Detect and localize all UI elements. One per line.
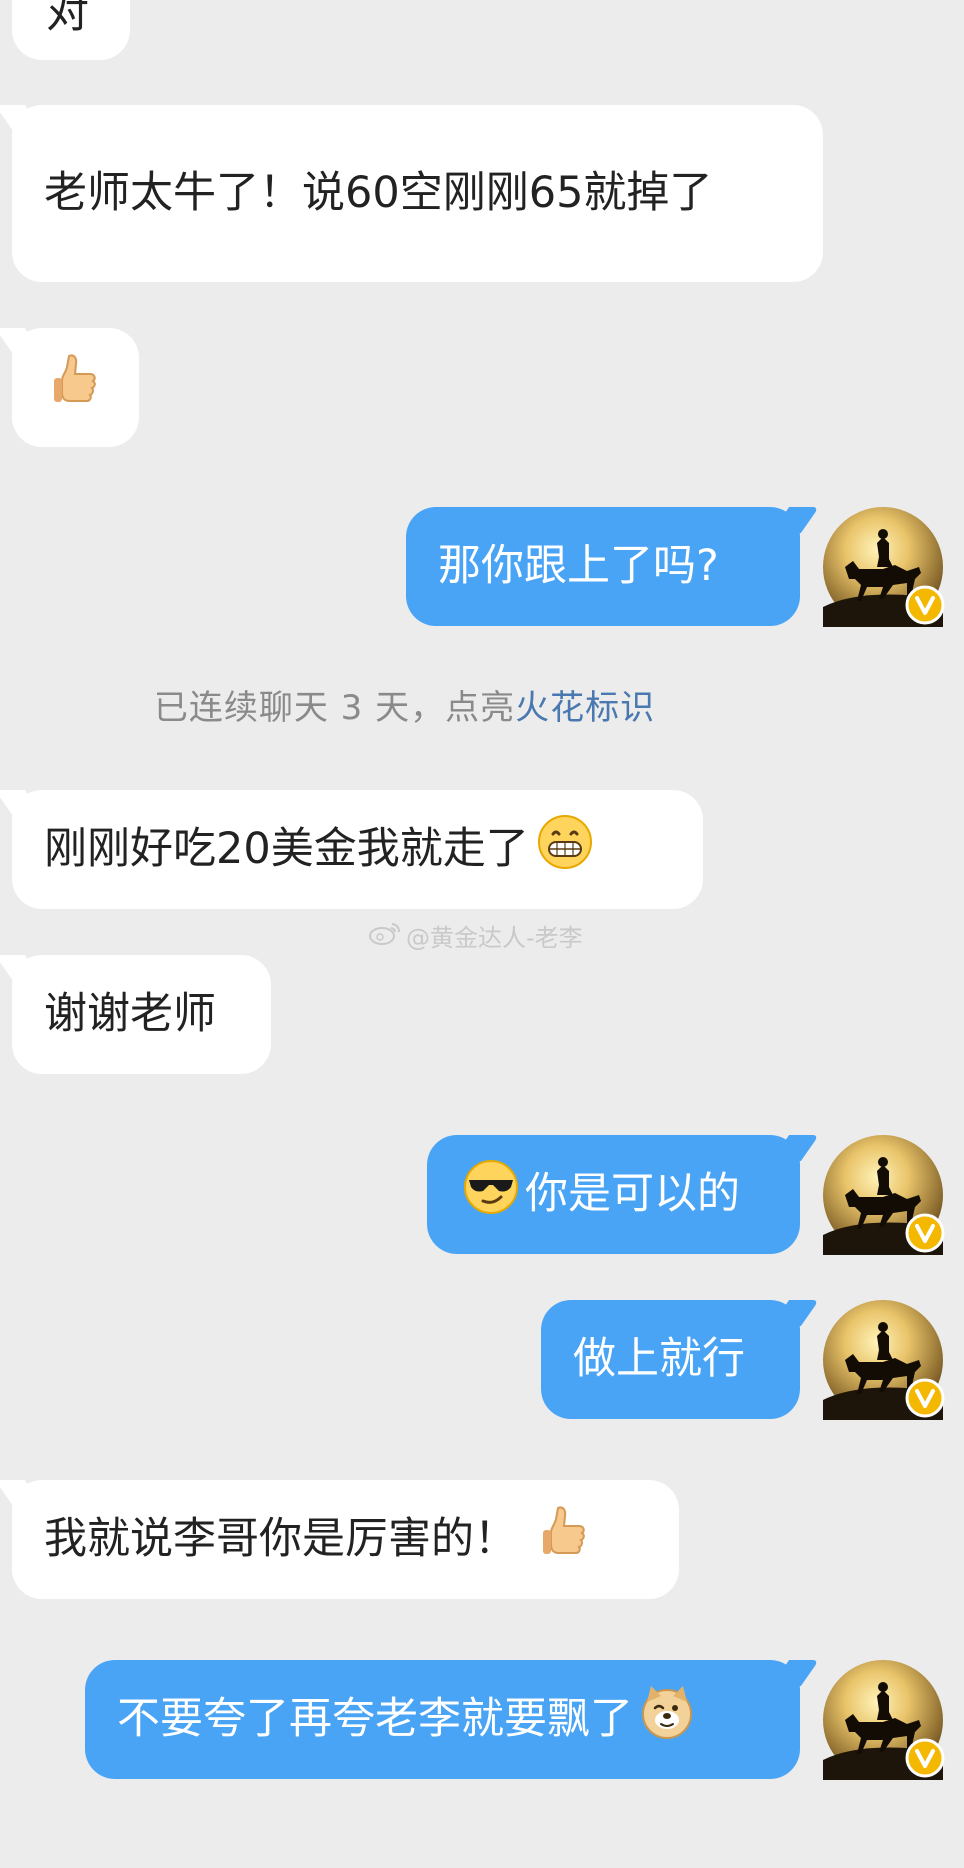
streak-notice-text: 已连续聊天 3 天，点亮 bbox=[153, 688, 516, 728]
message-text: 刚刚好吃20美金我就走了 bbox=[44, 824, 529, 875]
message-text: 不要夸了再夸老李就要飘了 bbox=[117, 1694, 633, 1745]
spark-badge-link[interactable]: 火花标识 bbox=[515, 688, 655, 728]
incoming-message-bubble[interactable]: 我就说李哥你是厉害的！ bbox=[12, 1480, 679, 1599]
thumbs-up-icon bbox=[52, 352, 98, 423]
incoming-message-bubble[interactable] bbox=[12, 328, 139, 447]
message-text: 我就说李哥你是厉害的！ bbox=[44, 1514, 517, 1565]
watermark: @黄金达人-老李 bbox=[368, 918, 583, 953]
outgoing-message-bubble[interactable]: 做上就行 bbox=[541, 1300, 800, 1419]
grinning-face-icon bbox=[537, 814, 593, 885]
message-text: 老师太牛了！说60空刚刚65就掉了 bbox=[44, 168, 713, 219]
incoming-message-bubble[interactable]: 对 bbox=[12, 0, 130, 60]
verified-badge-icon bbox=[905, 1738, 945, 1778]
avatar[interactable] bbox=[823, 1135, 945, 1255]
doge-face-icon bbox=[639, 1684, 695, 1755]
verified-badge-icon bbox=[905, 1378, 945, 1418]
avatar[interactable] bbox=[823, 1300, 945, 1420]
outgoing-message-bubble[interactable]: 那你跟上了吗? bbox=[406, 507, 800, 626]
sunglasses-face-icon bbox=[463, 1159, 519, 1230]
outgoing-message-bubble[interactable]: 不要夸了再夸老李就要飘了 bbox=[85, 1660, 800, 1779]
message-text: 做上就行 bbox=[573, 1334, 745, 1385]
thumbs-up-icon bbox=[541, 1504, 587, 1575]
message-text: 那你跟上了吗? bbox=[438, 541, 719, 592]
avatar[interactable] bbox=[823, 507, 945, 627]
watermark-text: @黄金达人-老李 bbox=[406, 924, 583, 952]
message-text: 你是可以的 bbox=[525, 1169, 740, 1220]
message-text: 对 bbox=[46, 0, 89, 38]
streak-notice: 已连续聊天 3 天，点亮火花标识 bbox=[0, 680, 809, 729]
incoming-message-bubble[interactable]: 谢谢老师 bbox=[12, 955, 271, 1074]
verified-badge-icon bbox=[905, 585, 945, 625]
avatar[interactable] bbox=[823, 1660, 945, 1780]
outgoing-message-bubble[interactable]: 你是可以的 bbox=[427, 1135, 800, 1254]
weibo-logo-icon bbox=[368, 920, 402, 952]
verified-badge-icon bbox=[905, 1213, 945, 1253]
incoming-message-bubble[interactable]: 老师太牛了！说60空刚刚65就掉了 bbox=[12, 105, 823, 282]
incoming-message-bubble[interactable]: 刚刚好吃20美金我就走了 bbox=[12, 790, 703, 909]
message-text: 谢谢老师 bbox=[44, 989, 216, 1040]
